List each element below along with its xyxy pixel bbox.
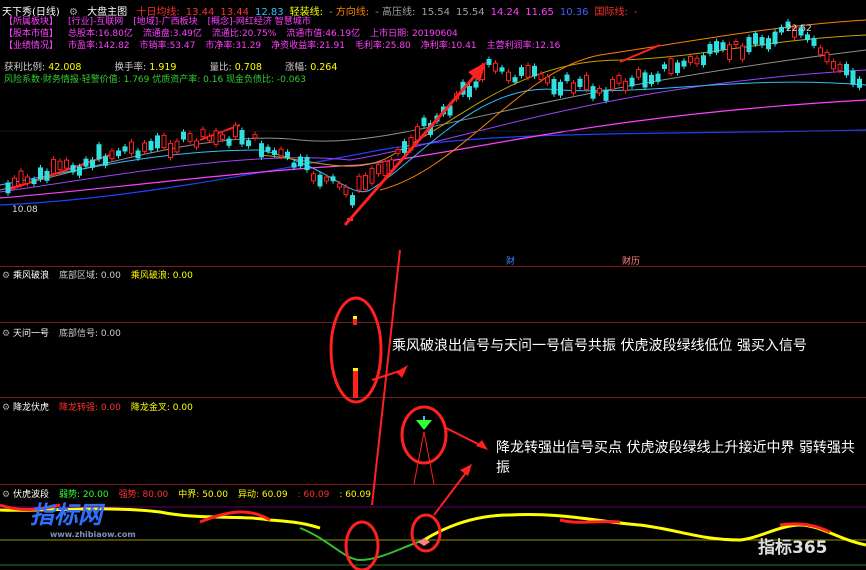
signal-bar-small-top [353, 316, 357, 319]
green-triangle [416, 420, 432, 430]
arrowhead-2 [396, 365, 408, 378]
red-cone [413, 431, 435, 485]
watermark-left: 指标网 www.zhibiaow.com [30, 501, 136, 539]
arrow-right-1 [445, 427, 483, 447]
small-diamond [418, 538, 430, 546]
indicator-drawings [0, 249, 866, 570]
annotation-first: 乘风破浪出信号与天问一号信号共振 伏虎波段绿线低位 强买入信号 [392, 338, 807, 354]
highlight-circle-3 [344, 520, 380, 570]
highlight-circle-2 [400, 405, 448, 465]
arrow-up-4 [433, 469, 469, 516]
annotation-second: 降龙转强出信号买点 伏虎波段绿线上升接近中界 弱转强共振 [496, 440, 855, 476]
signal-bar-tall-top [353, 368, 358, 371]
band-line-green [299, 527, 425, 562]
watermark-right: 指标365 [758, 538, 828, 558]
arrowhead-3 [476, 440, 488, 450]
arrowhead-4 [460, 464, 472, 476]
signal-bar-tall [353, 368, 358, 398]
